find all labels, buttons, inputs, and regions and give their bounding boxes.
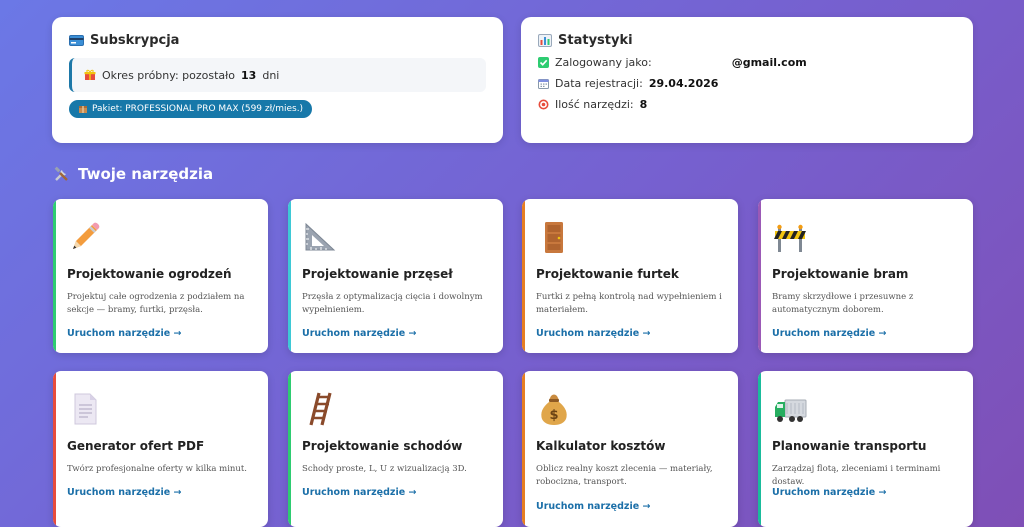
door-icon <box>536 219 572 255</box>
subscription-panel: Subskrypcja Okres próbny: pozostało 13 d… <box>52 17 503 143</box>
tool-card-pdf-offer-generator[interactable]: Generator ofert PDF Twórz profesjonalne … <box>53 371 268 527</box>
check-icon <box>538 57 549 68</box>
tool-card-stairs-design[interactable]: Projektowanie schodów Schody proste, L, … <box>288 371 503 527</box>
subscription-title: Subskrypcja <box>69 33 486 48</box>
tool-card-cost-calculator[interactable]: $ Kalkulator kosztów Oblicz realny koszt… <box>522 371 738 527</box>
stat-registration: Data rejestracji: 29.04.2026 <box>538 77 956 90</box>
package-icon <box>79 106 87 113</box>
target-icon <box>538 99 549 110</box>
barrier-icon <box>772 219 808 255</box>
stats-panel: Statystyki Zalogowany jako: @gmail.com D… <box>521 17 973 143</box>
launch-tool-link[interactable]: Uruchom narzędzie → <box>302 328 416 339</box>
plan-badge: Pakiet: PROFESSIONAL PRO MAX (599 zł/mie… <box>69 100 313 118</box>
stats-title: Statystyki <box>538 33 956 48</box>
launch-tool-link[interactable]: Uruchom narzędzie → <box>772 487 886 498</box>
launch-tool-link[interactable]: Uruchom narzędzie → <box>67 328 181 339</box>
gift-icon <box>84 69 96 80</box>
trial-info: Okres próbny: pozostało 13 dni <box>69 58 486 92</box>
tools-section-title: Twoje narzędzia <box>53 165 213 183</box>
stat-logged-in: Zalogowany jako: @gmail.com <box>538 56 956 69</box>
stat-tools-count: Ilość narzędzi: 8 <box>538 98 956 111</box>
credit-card-icon <box>69 35 84 46</box>
launch-tool-link[interactable]: Uruchom narzędzie → <box>536 328 650 339</box>
launch-tool-link[interactable]: Uruchom narzędzie → <box>536 501 650 512</box>
launch-tool-link[interactable]: Uruchom narzędzie → <box>67 487 181 498</box>
tools-icon <box>54 166 68 181</box>
bar-chart-icon <box>538 34 552 47</box>
launch-tool-link[interactable]: Uruchom narzędzie → <box>772 328 886 339</box>
tool-card-fence-design[interactable]: Projektowanie ogrodzeń Projektuj całe og… <box>53 199 268 353</box>
calendar-icon <box>538 79 549 89</box>
tool-card-panel-design[interactable]: Projektowanie przęseł Przęsła z optymali… <box>288 199 503 353</box>
ladder-icon <box>302 391 338 427</box>
document-icon <box>67 391 103 427</box>
truck-icon <box>772 391 808 427</box>
tool-card-gate-wicket-design[interactable]: Projektowanie furtek Furtki z pełną kont… <box>522 199 738 353</box>
money-bag-icon: $ <box>536 391 572 427</box>
pencil-icon <box>67 219 103 255</box>
triangle-ruler-icon <box>302 219 338 255</box>
launch-tool-link[interactable]: Uruchom narzędzie → <box>302 487 416 498</box>
svg-text:$: $ <box>549 408 558 423</box>
tool-card-transport-planning[interactable]: Planowanie transportu Zarządzaj flotą, z… <box>758 371 973 527</box>
tool-card-gate-design[interactable]: Projektowanie bram Bramy skrzydłowe i pr… <box>758 199 973 353</box>
